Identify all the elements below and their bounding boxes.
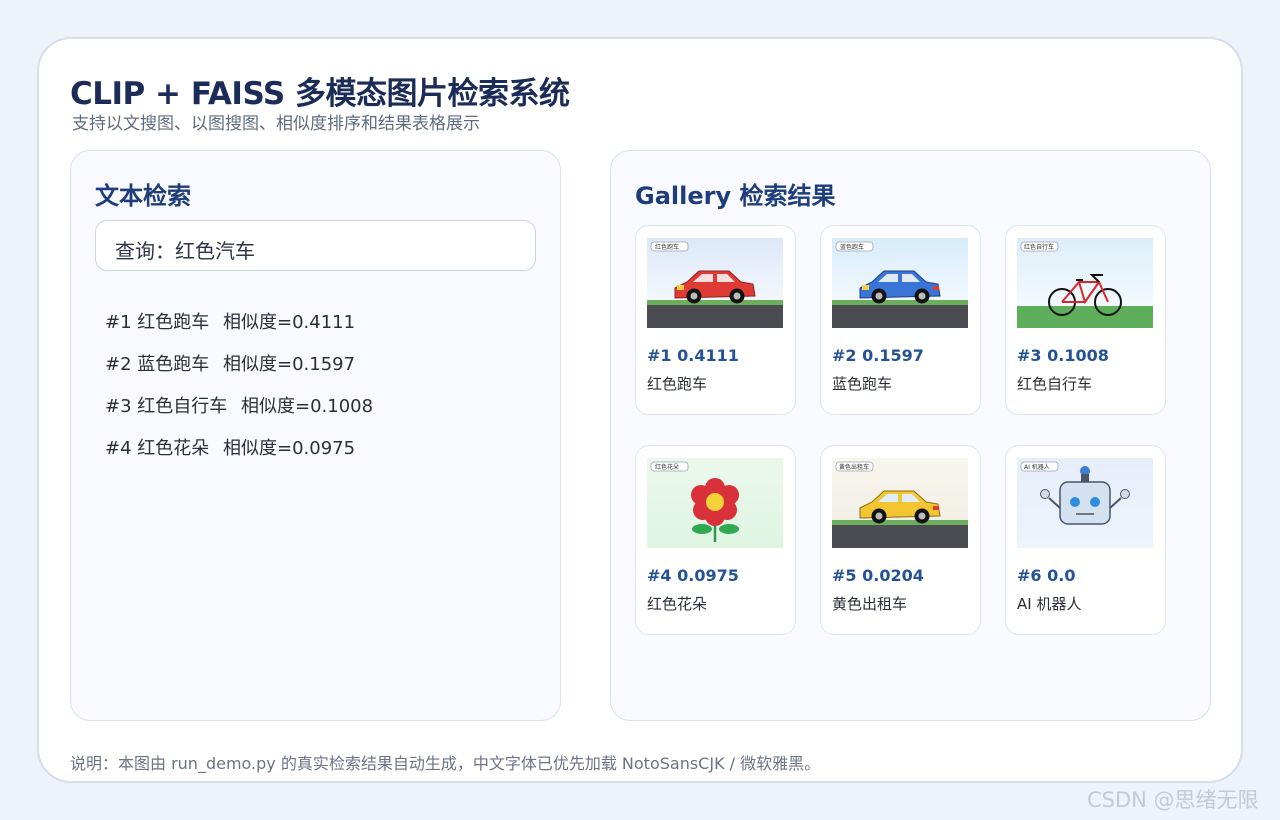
gallery-score: #2 0.1597 [832,346,924,365]
result-score: 相似度=0.1597 [223,354,356,375]
result-score: 相似度=0.4111 [223,312,356,333]
gallery-score: #6 0.0 [1017,566,1076,585]
result-score: 相似度=0.1008 [241,396,374,417]
footnote: 说明：本图由 run_demo.py 的真实检索结果自动生成，中文字体已优先加载… [70,754,821,773]
gallery-card-4[interactable]: 红色花朵 #4 0.0975 红色花朵 [635,445,796,635]
gallery-card-2[interactable]: 蓝色跑车 #2 0.1597 蓝色跑车 [820,225,981,415]
result-rank: #1 [105,312,132,333]
gallery-card-3[interactable]: 红色自行车 #3 0.1008 红色自行车 [1005,225,1166,415]
watermark: CSDN @思绪无限 [1087,788,1259,812]
car-image: 红色跑车 [647,238,783,328]
image-tag: 红色跑车 [655,243,679,251]
page-subtitle: 支持以文搜图、以图搜图、相似度排序和结果表格展示 [72,114,480,134]
car-image: 蓝色跑车 [832,238,968,328]
result-row-3: #3 红色自行车 相似度=0.1008 [105,392,373,418]
result-score: 相似度=0.0975 [223,438,356,459]
result-name: 蓝色跑车 [137,354,210,375]
result-row-1: #1 红色跑车 相似度=0.4111 [105,308,355,334]
gallery-score: #3 0.1008 [1017,346,1109,365]
flower-image: 红色花朵 [647,458,783,548]
gallery-label: 蓝色跑车 [832,375,893,393]
page-title: CLIP + FAISS 多模态图片检索系统 [70,76,570,112]
result-row-2: #2 蓝色跑车 相似度=0.1597 [105,350,355,376]
image-tag: AI 机器人 [1024,463,1050,471]
image-tag: 红色自行车 [1024,243,1054,251]
result-rank: #3 [105,396,132,417]
gallery-score: #4 0.0975 [647,566,739,585]
query-input[interactable]: 查询：红色汽车 [95,220,536,271]
gallery-title: Gallery 检索结果 [635,182,836,210]
query-text: 查询：红色汽车 [115,239,255,263]
image-tag: 蓝色跑车 [840,243,864,251]
gallery-card-6[interactable]: AI 机器人 #6 0.0 AI 机器人 [1005,445,1166,635]
result-name: 红色自行车 [137,396,228,417]
result-name: 红色跑车 [137,312,210,333]
result-row-4: #4 红色花朵 相似度=0.0975 [105,434,355,460]
image-tag: 红色花朵 [655,463,679,471]
gallery-score: #5 0.0204 [832,566,924,585]
result-rank: #2 [105,354,132,375]
gallery-card-1[interactable]: 红色跑车 #1 0.4111 红色跑车 [635,225,796,415]
result-name: 红色花朵 [137,438,210,459]
bicycle-image: 红色自行车 [1017,238,1153,328]
gallery-label: 黄色出租车 [832,595,908,613]
image-tag: 黄色出租车 [839,463,869,471]
text-search-title: 文本检索 [95,182,191,210]
gallery-score: #1 0.4111 [647,346,739,365]
result-rank: #4 [105,438,132,459]
gallery-card-5[interactable]: 黄色出租车 #5 0.0204 黄色出租车 [820,445,981,635]
gallery-label: 红色花朵 [647,595,708,613]
gallery-label: 红色自行车 [1017,375,1093,393]
gallery-label: AI 机器人 [1017,595,1082,613]
gallery-label: 红色跑车 [647,375,708,393]
taxi-image: 黄色出租车 [832,458,968,548]
robot-image: AI 机器人 [1017,458,1153,548]
